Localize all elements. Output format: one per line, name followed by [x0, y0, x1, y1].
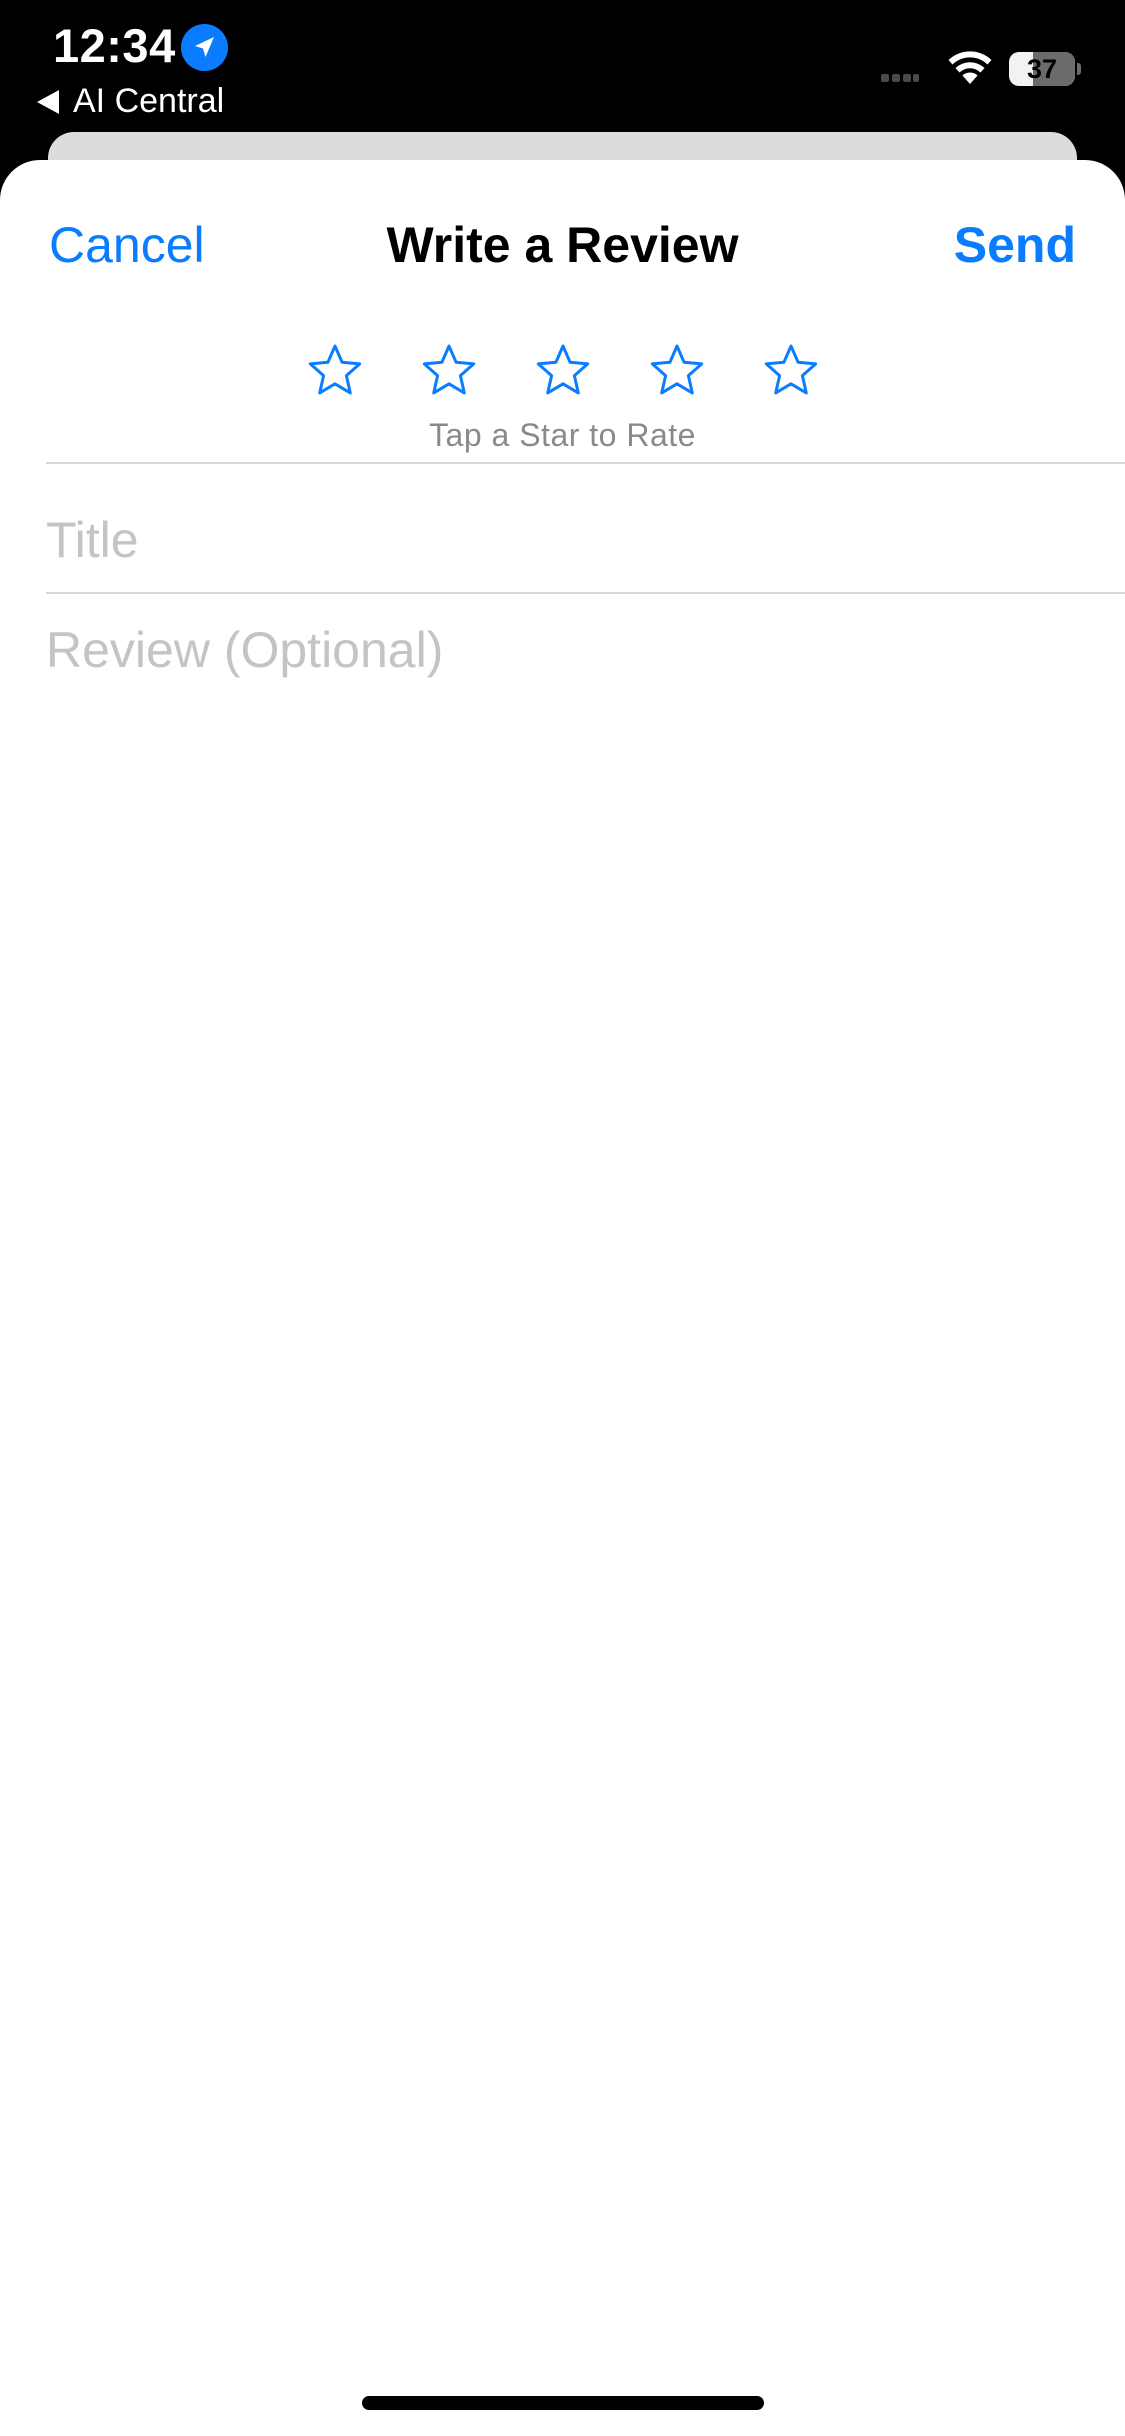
divider [46, 462, 1125, 464]
cellular-signal-icon [881, 74, 919, 82]
battery-level-text: 37 [1026, 54, 1058, 84]
divider [46, 592, 1125, 594]
review-input[interactable] [46, 620, 1086, 1820]
battery-nub [1077, 63, 1081, 75]
star-2-icon[interactable] [419, 342, 479, 402]
battery-body: 37 [1009, 52, 1075, 86]
wifi-icon [948, 51, 992, 84]
write-review-sheet: Cancel Write a Review Send Tap a Star to… [0, 160, 1125, 2436]
status-bar: 12:34 AI Central 37 [0, 0, 1125, 135]
rating-hint: Tap a Star to Rate [429, 417, 696, 453]
star-5-icon[interactable] [761, 342, 821, 402]
star-rating [0, 342, 1125, 402]
star-3-icon[interactable] [533, 342, 593, 402]
star-1-icon[interactable] [305, 342, 365, 402]
home-indicator [362, 2396, 764, 2410]
star-4-icon[interactable] [647, 342, 707, 402]
back-app-label: AI Central [73, 82, 225, 120]
location-arrow-icon [181, 24, 228, 71]
back-to-app-button[interactable]: AI Central [37, 82, 224, 121]
send-button[interactable]: Send [954, 216, 1076, 274]
title-input[interactable] [46, 500, 1086, 580]
battery-indicator: 37 [1009, 52, 1081, 86]
status-time: 12:34 [53, 19, 176, 72]
nav-bar: Cancel Write a Review Send [0, 160, 1125, 330]
back-triangle-icon [37, 89, 59, 114]
